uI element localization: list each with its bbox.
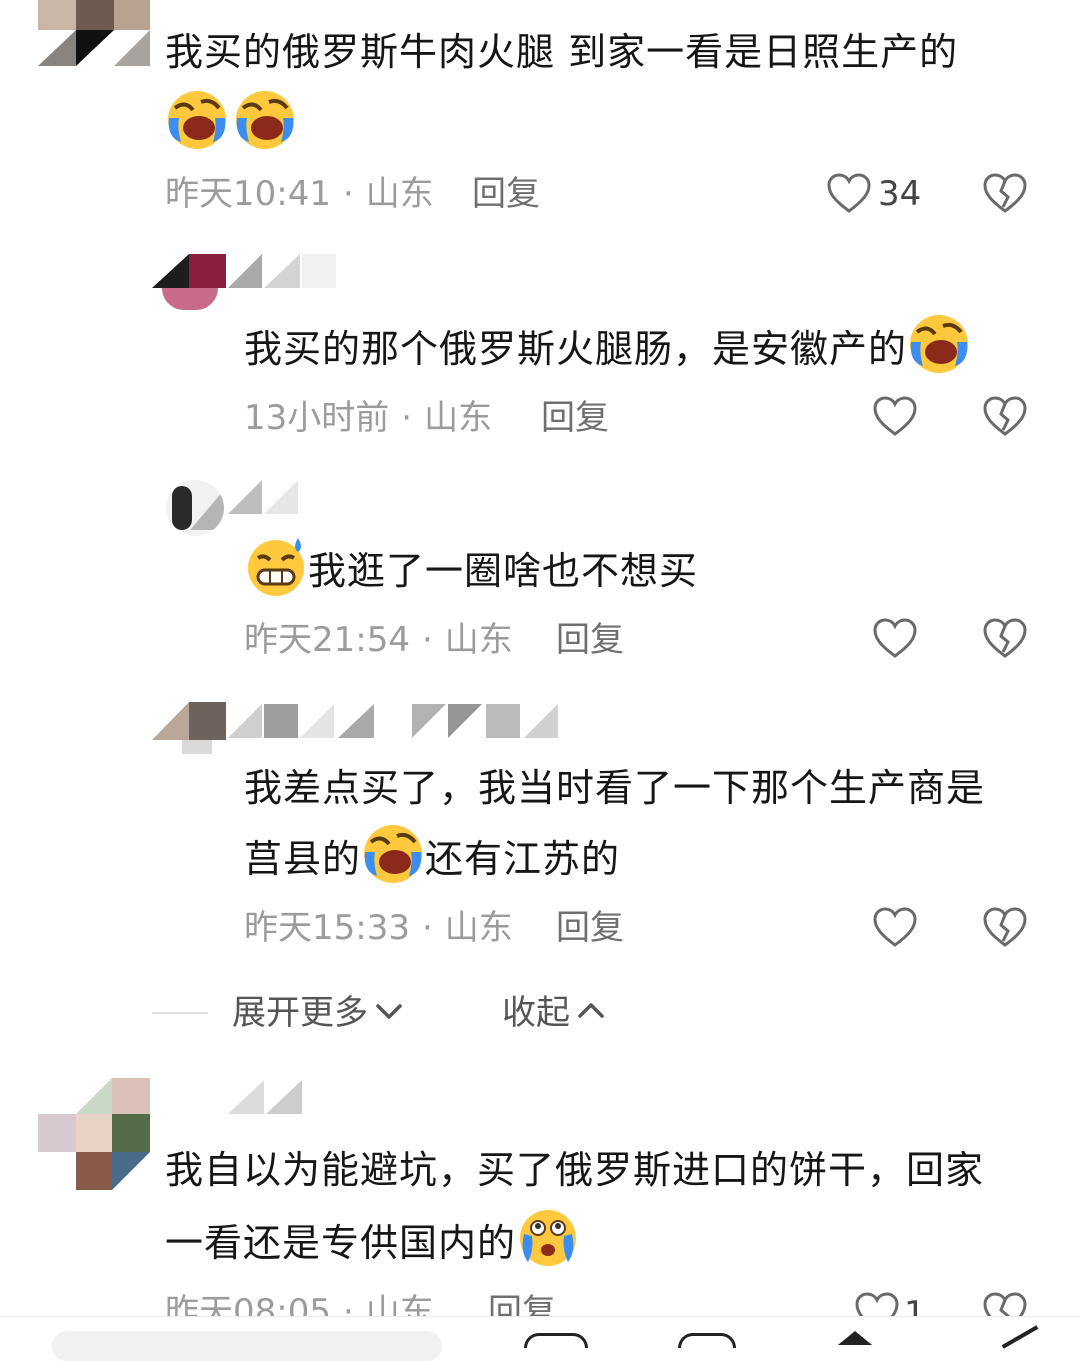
comment-location: 山东: [444, 620, 513, 660]
avatar[interactable]: [38, 1078, 150, 1190]
comment-location: 山东: [424, 398, 493, 438]
comment-text-line1: 我自以为能避坑，买了俄罗斯进口的饼干，回家: [165, 1148, 985, 1192]
comment-time: 昨天10:41: [165, 174, 331, 214]
username-blurred: [228, 254, 338, 288]
separator: ·: [342, 174, 354, 214]
collapse-button[interactable]: 收起: [502, 988, 606, 1038]
comment-text-line2: 莒县的 还有江苏的: [244, 822, 620, 890]
comment-emojis: [165, 88, 297, 152]
comment-input[interactable]: [52, 1331, 442, 1361]
avatar[interactable]: [152, 702, 226, 754]
comment-meta: 13小时前 · 山东: [244, 396, 492, 440]
heart-icon: [873, 618, 917, 658]
username-blurred: [228, 480, 300, 514]
chevron-down-icon: [374, 990, 404, 1040]
crying-emoji: [516, 1206, 580, 1270]
chevron-up-icon: [576, 990, 606, 1040]
comment-location: 山东: [365, 174, 434, 214]
comment-time: 13小时前: [244, 398, 390, 438]
reply-button[interactable]: 回复: [541, 396, 609, 440]
laugh-cry-emoji: [907, 312, 971, 376]
separator: ·: [421, 908, 433, 948]
like-button[interactable]: [872, 394, 918, 440]
laugh-cry-emoji: [361, 822, 425, 886]
like-count: 34: [878, 174, 922, 214]
comment-text: 我买的俄罗斯牛肉火腿 到家一看是日照生产的: [165, 30, 959, 74]
collapse-label: 收起: [502, 993, 570, 1033]
comment-location: 山东: [444, 908, 513, 948]
heart-icon[interactable]: [524, 1333, 588, 1348]
like-button[interactable]: [826, 171, 872, 217]
username-blurred: [228, 704, 568, 738]
like-button[interactable]: [872, 616, 918, 662]
username-blurred: [228, 1080, 304, 1114]
dislike-button[interactable]: [982, 394, 1028, 440]
comment-icon[interactable]: [678, 1333, 736, 1348]
expand-more-button[interactable]: 展开更多: [232, 988, 404, 1038]
comment-meta: 昨天10:41 · 山东: [165, 172, 434, 216]
dislike-button[interactable]: [982, 171, 1028, 217]
star-icon[interactable]: [838, 1331, 872, 1345]
reply-button[interactable]: 回复: [556, 618, 624, 662]
separator: ·: [421, 620, 433, 660]
laugh-cry-emoji: [165, 88, 229, 152]
comment-text: 我买的那个俄罗斯火腿肠，是安徽产的: [244, 312, 971, 380]
comment-meta: 昨天21:54 · 山东: [244, 618, 513, 662]
avatar[interactable]: [152, 254, 226, 310]
comment-meta: 昨天15:33 · 山东: [244, 906, 513, 950]
heart-icon: [873, 396, 917, 436]
laugh-cry-emoji: [233, 88, 297, 152]
reply-button[interactable]: 回复: [472, 172, 540, 216]
dislike-button[interactable]: [982, 616, 1028, 662]
comment-time: 昨天15:33: [244, 908, 410, 948]
share-icon[interactable]: [1001, 1325, 1039, 1349]
thread-divider: [152, 1012, 208, 1014]
avatar[interactable]: [38, 0, 150, 66]
comment-text: 我逛了一圈啥也不想买: [244, 534, 698, 602]
broken-heart-icon: [983, 618, 1027, 658]
like-button[interactable]: [872, 905, 918, 951]
broken-heart-icon: [983, 173, 1027, 213]
broken-heart-icon: [983, 396, 1027, 436]
separator: ·: [401, 398, 413, 438]
expand-more-label: 展开更多: [232, 993, 368, 1033]
bottom-bar: [0, 1316, 1080, 1361]
heart-icon: [827, 173, 871, 213]
dislike-button[interactable]: [982, 905, 1028, 951]
comment-time: 昨天21:54: [244, 620, 410, 660]
grimace-sweat-emoji: [244, 534, 308, 598]
comment-text-line2: 一看还是专供国内的: [165, 1206, 580, 1274]
heart-icon: [873, 907, 917, 947]
comment-text-line1: 我差点买了，我当时看了一下那个生产商是: [244, 766, 986, 810]
avatar[interactable]: [166, 480, 224, 536]
broken-heart-icon: [983, 907, 1027, 947]
reply-button[interactable]: 回复: [556, 906, 624, 950]
